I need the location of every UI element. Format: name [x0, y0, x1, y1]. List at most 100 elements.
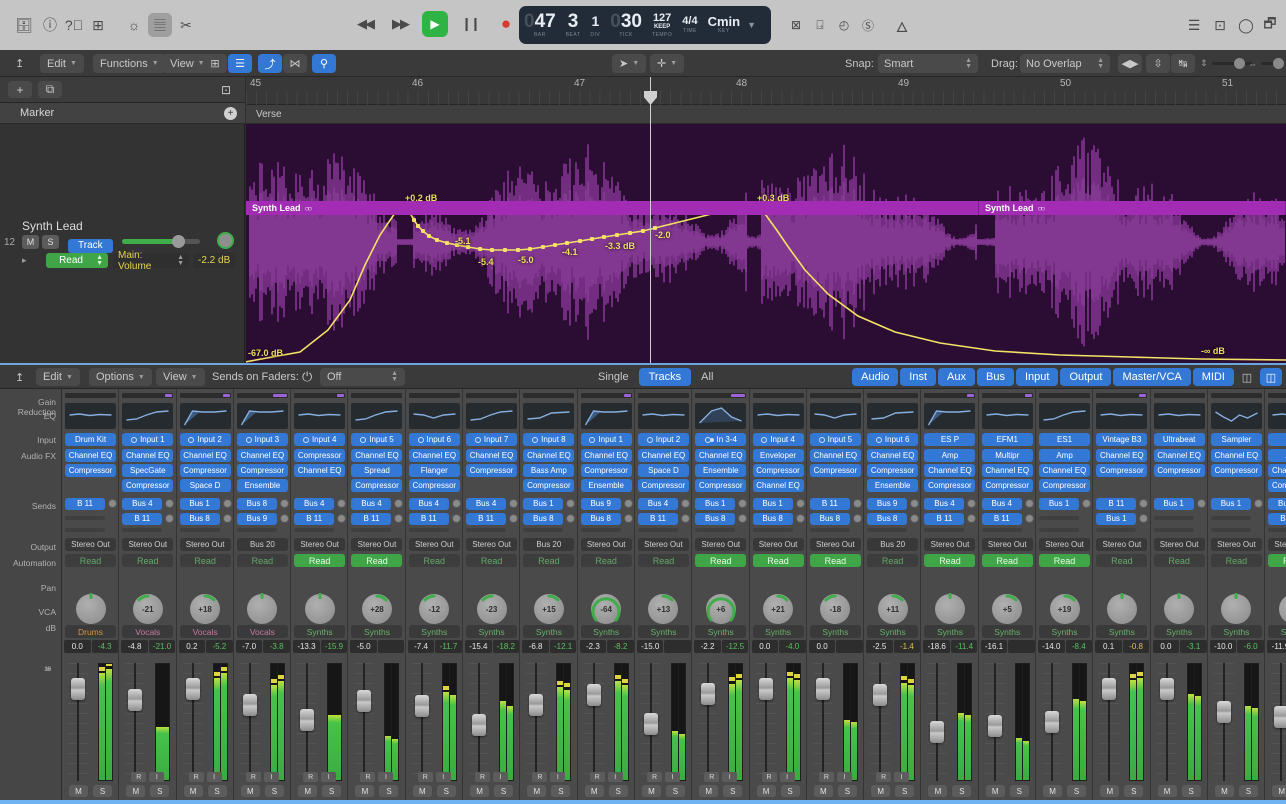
audio-fx-slot[interactable]: Compressor [1039, 479, 1091, 492]
filter-mastervca[interactable]: Master/VCA [1113, 368, 1191, 386]
strip-solo-button[interactable]: S [150, 785, 170, 797]
fader-cap[interactable] [815, 678, 830, 701]
send-knob[interactable] [1024, 499, 1034, 508]
strip-solo-button[interactable]: S [608, 785, 628, 797]
record-enable-button[interactable]: R [589, 772, 605, 782]
add-track-button[interactable]: + [8, 81, 32, 98]
metronome-icon[interactable]: 🜂 [890, 13, 914, 37]
send-knob[interactable] [623, 499, 633, 508]
track-volume-slider[interactable] [122, 235, 200, 248]
input-slot[interactable]: Input 7 [466, 433, 518, 446]
automation-mode[interactable]: Read [695, 554, 747, 567]
output-slot[interactable]: Stereo Out [294, 538, 346, 551]
input-monitor-button[interactable]: I [206, 772, 222, 782]
add-marker-icon[interactable]: + [224, 106, 237, 120]
strip-solo-button[interactable]: S [494, 785, 514, 797]
audio-fx-slot[interactable]: Channel EQ [809, 449, 861, 462]
send-slot[interactable]: Bus 4 [122, 497, 176, 510]
eq-thumbnail[interactable] [580, 403, 632, 429]
output-slot[interactable]: Stereo Out [65, 538, 116, 551]
strip-mute-button[interactable]: M [126, 785, 146, 797]
vca-slot[interactable]: Synths [523, 625, 575, 638]
send-knob[interactable] [1082, 499, 1092, 508]
automation-mode[interactable]: Read [981, 554, 1033, 567]
input-monitor-button[interactable]: I [836, 772, 852, 782]
strip-mute-button[interactable]: M [412, 785, 432, 797]
audio-fx-slot[interactable]: Compressor [1268, 479, 1286, 492]
secondary-tool-menu[interactable]: ✛ ▼ [650, 54, 685, 73]
power-icon[interactable]: ⏻ [295, 368, 319, 386]
send-slot[interactable]: Bus 8 [809, 512, 864, 525]
send-knob[interactable] [910, 499, 920, 508]
output-slot[interactable]: Stereo Out [695, 538, 747, 551]
input-monitor-button[interactable]: I [493, 772, 509, 782]
audio-fx-slot[interactable]: Compressor [179, 464, 231, 477]
send-slot[interactable]: Bus 1 [695, 497, 749, 510]
fader-cap[interactable] [472, 713, 487, 736]
send-knob[interactable] [910, 514, 920, 523]
pan-knob[interactable]: -18 [807, 591, 864, 627]
audio-fx-slot[interactable]: SpecGate [122, 464, 174, 477]
audio-fx-slot[interactable]: Amp [1039, 449, 1091, 462]
solo-button[interactable]: S [42, 235, 59, 249]
track-pan-knob[interactable] [217, 232, 234, 249]
fader-cap[interactable] [758, 678, 773, 701]
eq-thumbnail[interactable] [236, 403, 288, 429]
output-slot[interactable]: Stereo Out [637, 538, 689, 551]
output-slot[interactable]: Stereo Out [1210, 538, 1262, 551]
pan-knob[interactable]: +15 [520, 591, 577, 627]
send-slot[interactable]: Bus 8 [179, 512, 234, 525]
strip-mute-button[interactable]: M [699, 785, 719, 797]
output-slot[interactable]: Stereo Out [924, 538, 976, 551]
bar-ruler[interactable]: 45 46 47 48 49 50 51 [246, 77, 1286, 105]
audio-fx-slot[interactable]: Channel EQ [65, 449, 116, 462]
send-knob[interactable] [509, 499, 519, 508]
strip-solo-button[interactable]: S [207, 785, 227, 797]
send-slot[interactable]: B 11 [351, 512, 405, 525]
automation-parameter-select[interactable]: Main: Volume ▲ ▼ [113, 250, 189, 272]
vca-slot[interactable]: Drums [65, 625, 116, 638]
input-monitor-button[interactable]: I [550, 772, 566, 782]
input-monitor-button[interactable]: I [779, 772, 795, 782]
strip-solo-button[interactable]: S [665, 785, 685, 797]
pan-knob[interactable]: -12 [406, 591, 463, 627]
audio-fx-slot[interactable]: Channel EQ [1039, 464, 1091, 477]
strip-mute-button[interactable]: M [1100, 785, 1120, 797]
send-slot[interactable]: Bus 4 [1268, 497, 1286, 510]
automation-mode[interactable]: Read [351, 554, 403, 567]
send-knob[interactable] [680, 499, 690, 508]
vertical-zoom-slider[interactable]: ⇕ [1200, 58, 1252, 69]
eq-thumbnail[interactable] [1096, 403, 1148, 429]
automation-mode[interactable]: Read [294, 554, 346, 567]
solo-icon[interactable]: Ⓢ [857, 13, 879, 37]
strip-solo-button[interactable]: S [551, 785, 571, 797]
vca-slot[interactable]: Synths [924, 625, 976, 638]
strip-solo-button[interactable]: S [436, 785, 456, 797]
waveform-zoom-icon[interactable]: ◀▶ [1118, 54, 1142, 73]
send-knob[interactable] [967, 499, 977, 508]
send-slot[interactable]: B 11 [122, 512, 176, 525]
eq-thumbnail[interactable] [1210, 403, 1262, 429]
eq-thumbnail[interactable] [1039, 403, 1091, 429]
audio-fx-slot[interactable]: Compressor [408, 479, 460, 492]
automation-mode[interactable]: Read [1153, 554, 1205, 567]
send-knob[interactable] [566, 499, 576, 508]
audio-fx-slot[interactable]: Compressor [752, 464, 804, 477]
send-slot[interactable]: B 11 [65, 497, 119, 510]
pan-knob[interactable]: +11 [864, 591, 921, 627]
vca-slot[interactable]: Synths [466, 625, 518, 638]
display-icon[interactable]: ⊡ [1208, 13, 1232, 37]
strip-solo-button[interactable]: S [1067, 785, 1087, 797]
fader-cap[interactable] [185, 677, 200, 700]
pan-knob[interactable]: +5 [979, 591, 1036, 627]
automation-mode[interactable]: Read [752, 554, 804, 567]
audio-fx-slot[interactable]: Compressor [236, 464, 288, 477]
strip-solo-button[interactable]: S [322, 785, 342, 797]
input-monitor-button[interactable]: I [263, 772, 279, 782]
record-enable-button[interactable]: R [131, 772, 147, 782]
filter-audio[interactable]: Audio [852, 368, 899, 386]
input-slot[interactable]: Input 1 [122, 433, 174, 446]
send-slot[interactable]: Bus 8 [523, 512, 577, 525]
crossfade-icon[interactable]: ⋈ [283, 54, 307, 73]
strip-mute-button[interactable]: M [641, 785, 661, 797]
